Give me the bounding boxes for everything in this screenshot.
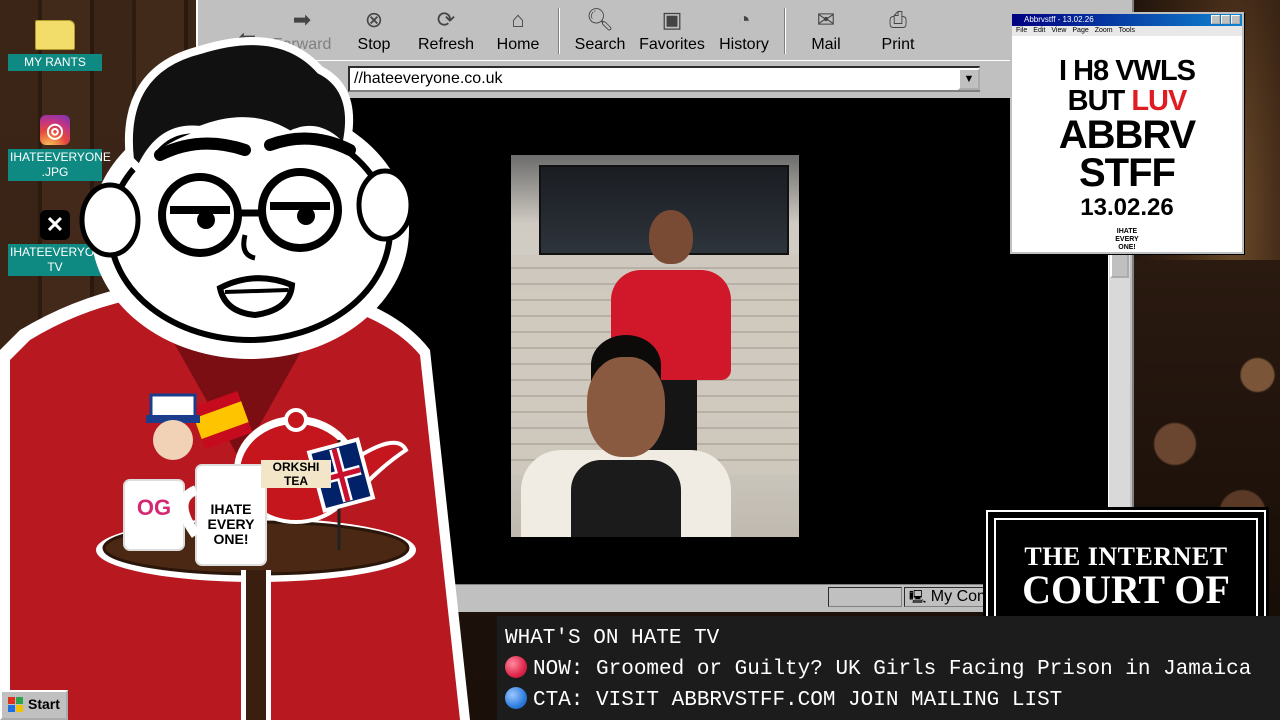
search-label: Search	[574, 36, 626, 53]
favorites-label: Favorites	[639, 36, 705, 53]
computer-icon: 🖳︎	[909, 589, 927, 604]
start-button[interactable]: Start	[0, 690, 68, 720]
menu-page[interactable]: Page	[1072, 26, 1088, 36]
home-icon: ⌂	[511, 7, 525, 32]
favorites-button[interactable]: ▣ Favorites	[636, 2, 708, 60]
start-label: Start	[28, 696, 60, 712]
history-label: History	[719, 36, 769, 53]
address-dropdown-button[interactable]: ▼	[958, 68, 980, 90]
popup-titlebar: Abbrvstff - 13.02.26	[1012, 14, 1242, 26]
minimize-icon[interactable]	[1211, 15, 1220, 24]
video-player[interactable]	[511, 155, 799, 537]
ad-date: 13.02.26	[1080, 194, 1174, 221]
svg-text:OG: OG	[137, 495, 171, 520]
mail-button[interactable]: ✉ Mail	[790, 2, 862, 60]
popup-title: Abbrvstff - 13.02.26	[1024, 15, 1094, 24]
court-sign-line-2: COURT OF	[1022, 567, 1230, 612]
mail-icon: ✉	[816, 7, 836, 32]
ticker-now-text: NOW: Groomed or Guilty? UK Girls Facing …	[533, 658, 1252, 681]
red-dot-icon	[505, 656, 527, 678]
toolbar-separator	[558, 8, 560, 54]
ad-line-1: I H8 VWLS	[1058, 55, 1196, 87]
close-icon[interactable]	[1231, 15, 1240, 24]
menu-edit[interactable]: Edit	[1033, 26, 1045, 36]
teapot-label-text: ORKSHI TEA	[261, 460, 331, 488]
favorites-icon: ▣	[661, 7, 683, 32]
ticker-now-row: NOW: Groomed or Guilty? UK Girls Facing …	[505, 656, 1251, 684]
woman-speaking	[511, 335, 799, 537]
history-button[interactable]: ◔ History	[708, 2, 780, 60]
home-label: Home	[496, 36, 540, 53]
blue-dot-icon	[505, 687, 527, 709]
ad-line-3: ABBRV	[1058, 113, 1197, 157]
popup-menubar: File Edit View Page Zoom Tools	[1012, 26, 1242, 36]
ad-line-2: BUT LUV	[1012, 86, 1242, 116]
search-button[interactable]: 🔍︎ Search	[564, 2, 636, 60]
home-button[interactable]: ⌂ Home	[482, 2, 554, 60]
abbrvstff-popup-window[interactable]: Abbrvstff - 13.02.26 File Edit View Page…	[1010, 12, 1244, 254]
ticker-cta-text: CTA: VISIT ABBRVSTFF.COM JOIN MAILING LI…	[533, 689, 1063, 712]
stream-overlay: MY RANTS ◎ IHATEEVERYONE .JPG ✕ IHATEEVE…	[0, 0, 1280, 720]
menu-file[interactable]: File	[1016, 26, 1027, 36]
maximize-icon[interactable]	[1221, 15, 1230, 24]
status-cell	[828, 587, 902, 607]
mail-label: Mail	[811, 36, 841, 53]
printer-icon: ⎙	[889, 7, 907, 32]
ad-line-4: STFF	[1079, 151, 1176, 195]
table-with-props: OG IHATE EVERY ONE! ORKSHI TEA	[96, 390, 426, 720]
menu-zoom[interactable]: Zoom	[1095, 26, 1113, 36]
ad-content: I H8 VWLS BUT LUV ABBRV STFF 13.02.26 IH…	[1012, 36, 1242, 252]
search-icon: 🔍︎	[586, 7, 614, 32]
ihateeveryone-logo: IHATE EVERY ONE!	[1115, 228, 1139, 251]
hate-tv-ticker: WHAT'S ON HATE TV NOW: Groomed or Guilty…	[497, 616, 1280, 720]
toolbar-separator	[784, 8, 786, 54]
print-label: Print	[881, 36, 915, 53]
ticker-heading: WHAT'S ON HATE TV	[505, 627, 720, 650]
print-button[interactable]: ⎙ Print	[862, 2, 934, 60]
menu-tools[interactable]: Tools	[1119, 26, 1135, 36]
windows-logo-icon	[8, 697, 23, 712]
status-zone-label: My Com	[930, 588, 991, 605]
menu-view[interactable]: View	[1051, 26, 1066, 36]
mug-logo-text: IHATE EVERY ONE!	[207, 501, 255, 547]
ticker-cta-row: CTA: VISIT ABBRVSTFF.COM JOIN MAILING LI…	[505, 687, 1062, 715]
history-icon: ◔	[737, 7, 751, 32]
